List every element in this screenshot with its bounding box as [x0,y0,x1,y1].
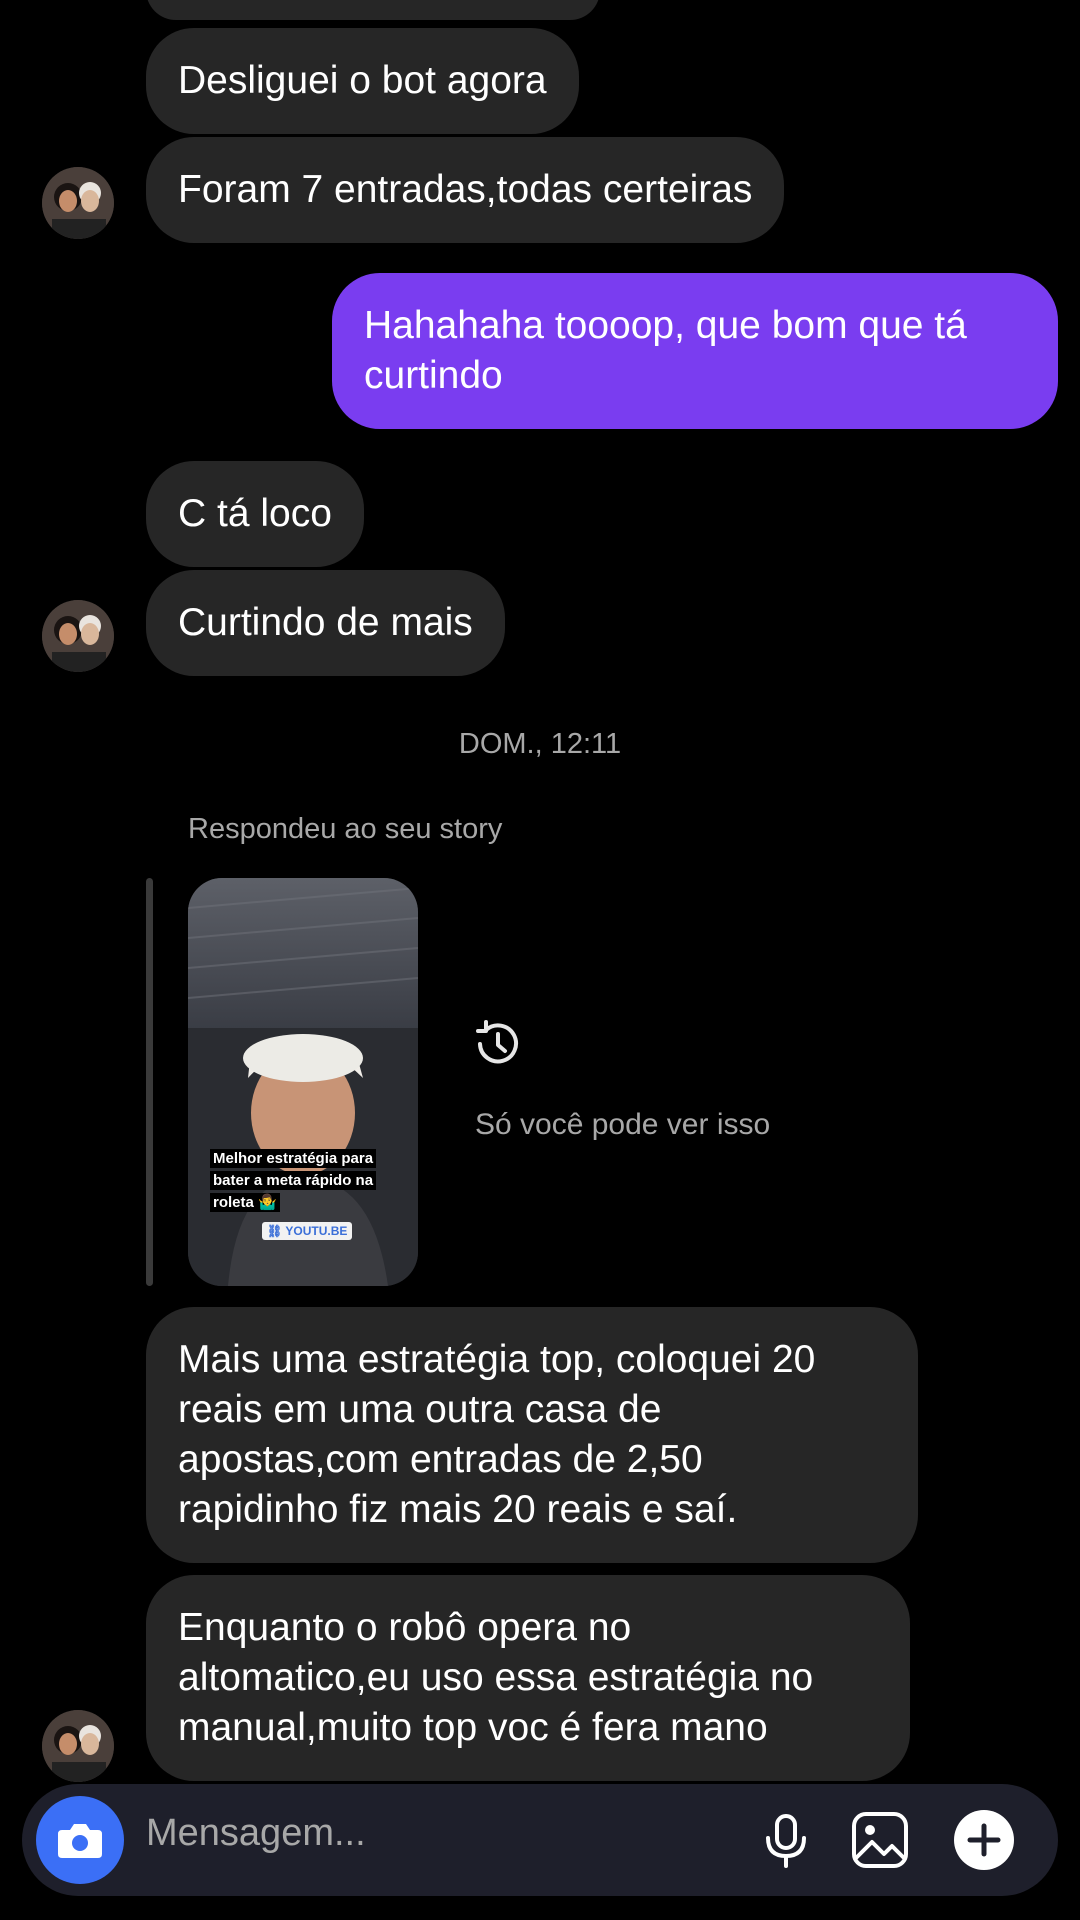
avatar-photo [42,167,114,239]
camera-button[interactable] [36,1796,124,1884]
contact-avatar[interactable] [42,1710,114,1782]
private-view-note: Só você pode ver isso [475,1108,771,1141]
chat-timestamp: DOM., 12:11 [458,728,622,760]
chat-screen: Desliguei o bot agora Foram 7 entradas,t… [0,0,1080,1920]
message-bubble-incoming[interactable]: Enquanto o robô opera no altomatico,eu u… [146,1575,910,1781]
story-reply-label: Respondeu ao seu story [188,813,503,845]
message-bubble-partial[interactable] [146,0,600,20]
history-icon [470,1016,526,1072]
message-bubble-incoming[interactable]: Curtindo de mais [146,570,505,676]
message-input[interactable] [146,1812,586,1855]
story-caption: Melhor estratégia para bater a meta rápi… [210,1148,400,1214]
story-thumbnail[interactable]: Melhor estratégia para bater a meta rápi… [188,878,418,1286]
message-bubble-incoming[interactable]: C tá loco [146,461,364,567]
message-bubble-incoming[interactable]: Desliguei o bot agora [146,28,579,134]
link-icon: ⛓ [267,1224,286,1238]
avatar-photo [42,1710,114,1782]
message-bubble-incoming[interactable]: Foram 7 entradas,todas certeiras [146,137,785,243]
story-link-text: YOUTU.BE [285,1224,348,1238]
contact-avatar[interactable] [42,600,114,672]
reply-indicator-bar [146,878,153,1286]
message-bubble-incoming[interactable]: Mais uma estratégia top, coloquei 20 rea… [146,1307,918,1563]
contact-avatar[interactable] [42,167,114,239]
plus-icon [954,1810,1014,1870]
camera-icon [58,1824,102,1858]
microphone-icon [766,1814,806,1868]
gallery-icon [852,1812,908,1868]
avatar-photo [42,600,114,672]
more-options-button[interactable] [952,1808,1016,1872]
microphone-button[interactable] [754,1808,818,1872]
story-caption-line: bater a meta rápido na [210,1171,377,1190]
story-link-sticker[interactable]: ⛓ YOUTU.BE [262,1222,353,1240]
gallery-button[interactable] [848,1808,912,1872]
story-caption-line: roleta 🤷‍♂️ [210,1193,280,1212]
message-bubble-outgoing[interactable]: Hahahaha toooop, que bom que tá curtindo [332,273,1058,429]
message-composer [22,1784,1058,1896]
story-caption-line: Melhor estratégia para [210,1149,377,1168]
